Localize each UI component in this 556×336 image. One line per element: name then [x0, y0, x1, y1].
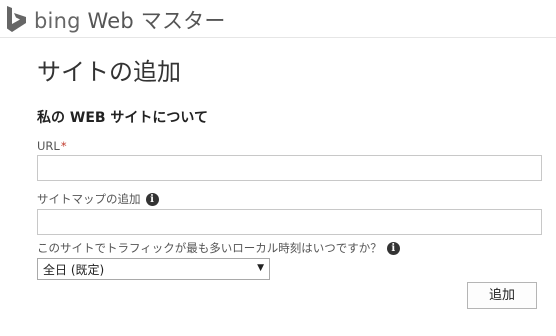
- traffic-time-select[interactable]: 全日 (既定) ▼: [37, 258, 270, 280]
- url-label: URL *: [37, 139, 67, 153]
- page-title: サイトの追加: [37, 58, 181, 86]
- brand-bing: bing: [34, 9, 81, 33]
- sitemap-label-text: サイトマップの追加: [37, 192, 141, 206]
- section-title: 私の WEB サイトについて: [37, 110, 209, 126]
- url-input[interactable]: [37, 155, 542, 181]
- traffic-time-label-text: このサイトでトラフィックが最も多いローカル時刻はいつですか？: [37, 241, 382, 255]
- traffic-time-selected: 全日 (既定): [43, 263, 105, 277]
- bing-logo-icon[interactable]: [6, 6, 28, 32]
- sitemap-label: サイトマップの追加 i: [37, 191, 159, 207]
- traffic-time-label: このサイトでトラフィックが最も多いローカル時刻はいつですか？ i: [37, 240, 400, 256]
- brand-title[interactable]: bing Web マスター: [34, 5, 226, 35]
- dropdown-arrow-icon: ▼: [257, 263, 264, 273]
- sitemap-input[interactable]: [37, 209, 542, 235]
- top-header: bing Web マスター: [0, 0, 556, 38]
- add-button[interactable]: 追加: [467, 282, 537, 309]
- required-mark: *: [60, 139, 67, 153]
- url-label-text: URL: [37, 139, 60, 153]
- info-icon[interactable]: i: [386, 241, 400, 255]
- brand-suffix: Web マスター: [87, 9, 226, 33]
- info-icon[interactable]: i: [145, 192, 159, 206]
